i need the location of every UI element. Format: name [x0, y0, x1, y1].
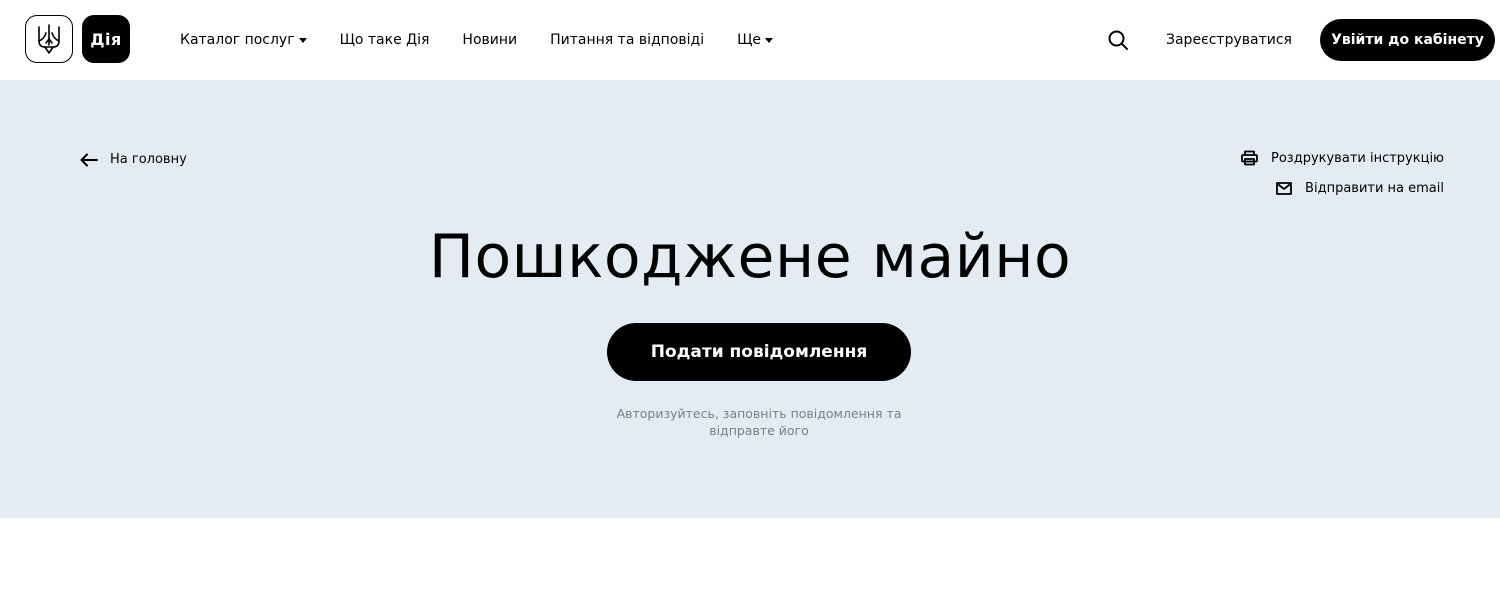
nav-item-label: Каталог послуг	[180, 32, 295, 48]
submit-report-button[interactable]: Подати повідомлення	[607, 323, 911, 381]
nav-item-news[interactable]: Новини	[462, 32, 517, 48]
nav-item-catalog[interactable]: Каталог послуг	[180, 32, 307, 48]
submit-button-label: Подати повідомлення	[650, 342, 868, 362]
diia-logo[interactable]: Дія	[82, 15, 130, 63]
nav-item-label: Новини	[462, 32, 518, 48]
main-nav: Каталог послуг Що таке Дія Новини Питанн…	[180, 0, 806, 80]
printer-icon	[1241, 150, 1258, 166]
submit-hint: Авторизуйтесь, заповніть повідомлення та…	[616, 406, 902, 438]
page-title: Пошкоджене майно	[428, 222, 1072, 292]
service-hero: На головну Роздрукувати інструкцію Відпр…	[0, 80, 1500, 518]
nav-item-faq[interactable]: Питання та відповіді	[550, 32, 704, 48]
diia-logo-text: Дія	[90, 29, 122, 49]
trident-logo-icon[interactable]	[25, 15, 73, 63]
send-email-link[interactable]: Відправити на email	[1276, 181, 1444, 196]
register-label: Зареєструватися	[1166, 32, 1292, 48]
login-button-label: Увійти до кабінету	[1331, 32, 1484, 48]
login-button[interactable]: Увійти до кабінету	[1320, 19, 1495, 61]
search-icon[interactable]	[1107, 29, 1129, 51]
back-link-label: На головну	[110, 152, 187, 167]
print-link-label: Роздрукувати інструкцію	[1271, 150, 1444, 166]
arrow-left-icon	[80, 153, 98, 166]
nav-item-more[interactable]: Ще	[737, 32, 774, 48]
site-header: Дія Каталог послуг Що таке Дія Новини Пи…	[0, 0, 1500, 80]
mail-icon	[1276, 182, 1292, 195]
caret-down-icon	[765, 38, 774, 43]
register-link[interactable]: Зареєструватися	[1166, 0, 1292, 80]
print-instruction-link[interactable]: Роздрукувати інструкцію	[1241, 150, 1444, 166]
nav-item-label: Що таке Дія	[339, 32, 430, 48]
caret-down-icon	[298, 38, 307, 43]
back-to-home-link[interactable]: На головну	[80, 152, 187, 167]
nav-item-label: Питання та відповіді	[550, 32, 705, 48]
email-link-label: Відправити на email	[1305, 181, 1444, 196]
nav-item-what-is-diia[interactable]: Що таке Дія	[340, 32, 430, 48]
nav-item-label: Ще	[737, 32, 762, 48]
